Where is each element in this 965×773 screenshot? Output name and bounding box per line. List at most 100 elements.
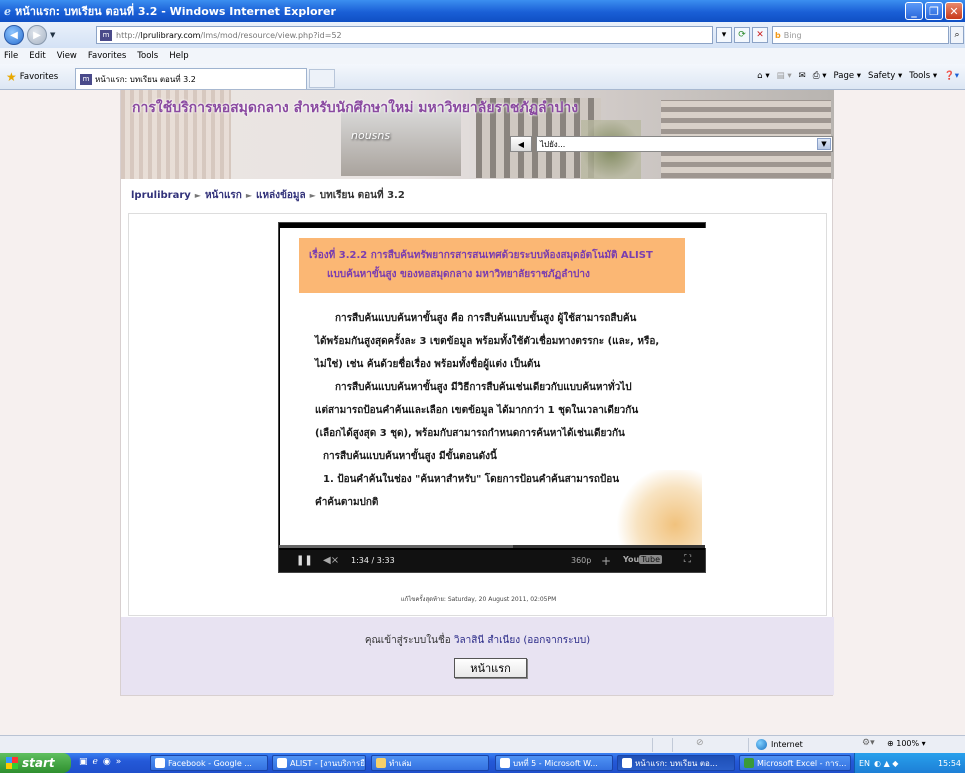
youtube-logo[interactable]: You Tube [623,555,662,564]
favorites-button[interactable]: ★ Favorites [6,70,58,84]
new-tab-button[interactable] [309,69,335,88]
status-divider [652,738,653,752]
menu-file[interactable]: File [4,51,18,61]
zoom-level[interactable]: ⊕ 100% ▾ [887,739,926,748]
banner-sign: nousns [351,129,391,142]
quicklaunch-more-icon[interactable]: » [116,757,122,767]
help-icon[interactable]: ❓▾ [944,71,959,81]
taskbar-button-excel[interactable]: Microsoft Excel - การ... [739,755,851,771]
bing-icon: b [775,30,781,40]
ie-icon [622,758,632,768]
excel-icon [744,758,754,768]
start-button[interactable]: start [0,753,71,773]
slide-line: ได้พร้อมกันสูงสุดครั้งละ 3 เขตข้อมูล พร้… [315,336,660,347]
jump-navigation: ◀ ไปยัง... ▼ ▶ [510,136,834,152]
breadcrumb-home-link[interactable]: lprulibrary [131,190,191,201]
forward-button[interactable]: ▶ [27,25,47,45]
close-window-button[interactable]: ✕ [945,2,963,20]
breadcrumb-course-link[interactable]: หน้าแรก [205,188,242,203]
status-bar: ⊘ Internet ⚙▾ ⊕ 100% ▾ [0,735,965,753]
taskbar-button-ie[interactable]: หน้าแรก: บทเรียน ตอ... [617,755,735,771]
status-divider [748,738,749,752]
address-input[interactable]: m http://lprulibrary.com/lms/mod/resourc… [96,26,713,44]
minimize-button[interactable]: _ [905,2,923,20]
site-title: การใช้บริการหอสมุดกลาง สำหรับนักศึกษาใหม… [132,100,579,116]
video-time: 1:34 / 3:33 [351,556,395,565]
quicklaunch-ie-icon[interactable]: ℯ [93,757,98,767]
firefox-icon [155,758,165,768]
user-profile-link[interactable]: วิลาสินี สำเนียง [454,635,520,646]
quality-button[interactable]: 360p [571,556,591,565]
search-input[interactable]: b Bing [772,26,949,44]
mail-icon[interactable]: ✉ [799,71,806,81]
home-icon[interactable]: ⌂ ▾ [757,71,769,81]
clock: 15:54 [937,758,961,768]
login-prefix: คุณเข้าสู่ระบบในชื่อ [364,635,451,646]
quick-launch: ▣ ℯ ◉ » [79,757,121,767]
slide-header: เรื่องที่ 3.2.2 การสืบค้นทรัพยากรสารสนเท… [299,238,685,293]
system-tray: EN ◐ ▲ ◆ 15:54 [854,753,965,773]
jump-select[interactable]: ไปยัง... ▼ [536,136,833,152]
jump-select-value: ไปยัง... [540,139,566,149]
pause-icon[interactable]: ❚❚ [296,555,313,566]
print-icon[interactable]: ⎙ ▾ [813,71,827,81]
slide-line: การสืบค้นแบบค้นหาขั้นสูง มีวิธีการสืบค้น… [335,382,632,393]
status-divider [672,738,673,752]
globe-icon [756,739,767,750]
jump-previous-button[interactable]: ◀ [510,136,532,152]
menu-tools[interactable]: Tools [137,51,158,61]
stop-icon[interactable]: ✕ [752,27,768,43]
taskbar-button-word[interactable]: บทที่ 5 - Microsoft W... [495,755,613,771]
add-icon[interactable]: + [601,554,611,568]
site-favicon-icon: m [100,29,112,41]
web-page: การใช้บริการหอสมุดกลาง สำหรับนักศึกษาใหม… [0,90,965,735]
menu-view[interactable]: View [57,51,77,61]
quicklaunch-desktop-icon[interactable]: ▣ [79,757,88,767]
browser-tab[interactable]: m หน้าแรก: บทเรียน ตอนที่ 3.2 [75,68,307,89]
menu-bar: File Edit View Favorites Tools Help [0,48,965,64]
feeds-icon[interactable]: ▤ ▾ [777,71,792,81]
protected-mode-icon: ⊘ [696,738,704,748]
breadcrumb: lprulibrary ► หน้าแรก ► แหล่งข้อมูล ► บท… [131,188,405,203]
back-button[interactable]: ◀ [4,25,24,45]
menu-edit[interactable]: Edit [29,51,45,61]
chevron-down-icon: ▼ [817,138,831,150]
language-indicator[interactable]: EN [859,759,870,768]
page-menu[interactable]: Page ▾ [834,71,862,81]
address-dropdown-icon[interactable]: ▾ [716,27,732,43]
search-icon[interactable]: ⌕ [950,26,964,44]
tab-favicon-icon: m [80,73,92,85]
home-button[interactable]: หน้าแรก [454,658,527,678]
quicklaunch-media-icon[interactable]: ◉ [103,757,111,767]
taskbar-button-facebook[interactable]: Facebook - Google ... [150,755,268,771]
taskbar-button-alist[interactable]: ALIST - [งานบริการยื... [272,755,366,771]
menu-help[interactable]: Help [169,51,188,61]
slide-header-line: แบบค้นหาขั้นสูง ของหอสมุดกลาง มหาวิทยาลั… [327,269,590,280]
app-icon [277,758,287,768]
url-text: http://lprulibrary.com/lms/mod/resource/… [116,30,342,40]
search-placeholder: Bing [783,30,802,40]
slide-header-line: เรื่องที่ 3.2.2 การสืบค้นทรัพยากรสารสนเท… [309,250,653,261]
video-progress-bar[interactable] [279,545,705,548]
window-controls: _ ❐ ✕ [905,2,963,20]
mute-icon[interactable]: ◀× [323,555,339,566]
menu-favorites[interactable]: Favorites [88,51,126,61]
breadcrumb-current: บทเรียน ตอนที่ 3.2 [319,190,405,201]
breadcrumb-resources-link[interactable]: แหล่งข้อมูล [256,188,306,203]
fullscreen-icon[interactable]: ⛶ [684,554,691,565]
tools-menu[interactable]: Tools ▾ [909,71,937,81]
zone-label: Internet [771,740,803,749]
safety-menu[interactable]: Safety ▾ [868,71,902,81]
history-dropdown-icon[interactable]: ▼ [50,31,55,39]
protected-mode-toggle-icon[interactable]: ⚙▾ [862,738,875,748]
refresh-icon[interactable]: ⟳ [734,27,750,43]
video-buffer-fill [279,545,514,548]
video-controls: ❚❚ ◀× 1:34 / 3:33 360p + You Tube ⛶ [279,545,705,572]
taskbar-button-folder[interactable]: ทำเล่ม [371,755,489,771]
tray-icons[interactable]: ◐ ▲ ◆ [874,759,898,768]
video-player[interactable]: เรื่องที่ 3.2.2 การสืบค้นทรัพยากรสารสนเท… [278,222,706,573]
last-modified: แก้ไขครั้งสุดท้าย: Saturday, 20 August 2… [400,596,557,603]
tab-title: หน้าแรก: บทเรียน ตอนที่ 3.2 [95,74,196,84]
logout-link[interactable]: (ออกจากระบบ) [523,635,590,646]
restore-button[interactable]: ❐ [925,2,943,20]
